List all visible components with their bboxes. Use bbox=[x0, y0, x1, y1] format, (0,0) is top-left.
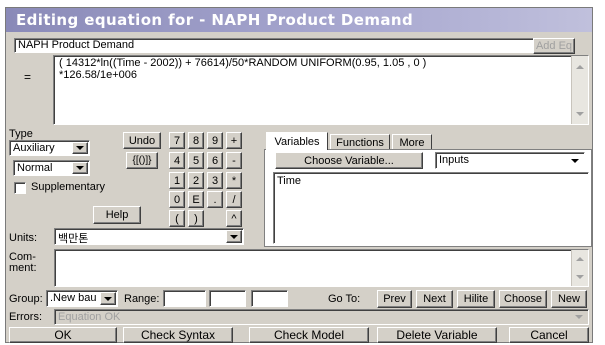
key-plus[interactable]: + bbox=[226, 132, 242, 149]
variable-filter-value: Inputs bbox=[439, 154, 469, 166]
key-open-paren[interactable]: ( bbox=[169, 210, 185, 227]
key-dot[interactable]: . bbox=[207, 191, 223, 208]
equation-line-2: *126.58/1e+006 bbox=[59, 69, 137, 81]
key-e[interactable]: E bbox=[188, 191, 204, 208]
subtype-select[interactable]: Normal bbox=[13, 160, 90, 176]
supplementary-label: Supplementary bbox=[31, 181, 105, 193]
variable-filter-select[interactable]: Inputs bbox=[435, 152, 585, 169]
prev-button[interactable]: Prev bbox=[377, 290, 412, 308]
title-bar[interactable]: Editing equation for - NAPH Product Dema… bbox=[6, 8, 592, 32]
delete-variable-button[interactable]: Delete Variable bbox=[377, 327, 497, 343]
units-select[interactable]: 백만톤 bbox=[54, 228, 244, 245]
key-4[interactable]: 4 bbox=[169, 152, 185, 169]
hilite-button[interactable]: Hilite bbox=[457, 290, 495, 308]
subtype-select-value: Normal bbox=[17, 162, 53, 174]
choose-variable-button[interactable]: Choose Variable... bbox=[275, 152, 423, 169]
type-label: Type bbox=[9, 128, 33, 140]
window-title: Editing equation for - NAPH Product Dema… bbox=[16, 11, 414, 29]
cancel-button[interactable]: Cancel bbox=[509, 327, 589, 343]
comment-field[interactable] bbox=[54, 249, 589, 287]
equation-editor[interactable]: ( 14312*ln((Time - 2002)) + 76614)/50*RA… bbox=[53, 55, 589, 125]
errors-label: Errors: bbox=[9, 311, 42, 323]
variables-tab-panel: Choose Variable... Inputs Time bbox=[264, 149, 592, 247]
group-label: Group: bbox=[9, 293, 43, 305]
key-minus[interactable]: - bbox=[226, 152, 242, 169]
key-multiply[interactable]: * bbox=[226, 172, 242, 189]
units-label: Units: bbox=[9, 232, 38, 244]
range-step-field[interactable] bbox=[251, 290, 288, 307]
scroll-down-icon[interactable] bbox=[572, 269, 588, 285]
comment-scrollbar[interactable] bbox=[571, 250, 588, 286]
check-model-button[interactable]: Check Model bbox=[249, 327, 369, 343]
next-button[interactable]: Next bbox=[416, 290, 453, 308]
range-max-field[interactable] bbox=[209, 290, 246, 307]
type-select-value: Auxiliary bbox=[13, 142, 55, 154]
help-button[interactable]: Help bbox=[93, 206, 141, 224]
equation-scrollbar[interactable] bbox=[571, 56, 588, 124]
variable-list[interactable]: Time bbox=[273, 172, 589, 244]
check-syntax-button[interactable]: Check Syntax bbox=[123, 327, 233, 343]
scroll-down-icon[interactable] bbox=[572, 106, 588, 122]
key-7[interactable]: 7 bbox=[169, 132, 185, 149]
key-5[interactable]: 5 bbox=[188, 152, 204, 169]
list-item[interactable]: Time bbox=[277, 175, 301, 187]
key-1[interactable]: 1 bbox=[169, 172, 185, 189]
tab-more[interactable]: More bbox=[392, 134, 432, 150]
ok-button[interactable]: OK bbox=[9, 327, 117, 343]
key-2[interactable]: 2 bbox=[188, 172, 204, 189]
comment-label: Com- ment: bbox=[9, 252, 37, 274]
errors-value: Equation OK bbox=[58, 311, 121, 323]
range-min-field[interactable] bbox=[163, 290, 206, 307]
choose-button[interactable]: Choose bbox=[499, 290, 547, 308]
scroll-up-icon[interactable] bbox=[572, 59, 588, 75]
group-select-value: .New bau bbox=[50, 292, 97, 304]
goto-label: Go To: bbox=[328, 293, 361, 305]
key-8[interactable]: 8 bbox=[188, 132, 204, 149]
add-eq-button[interactable]: Add Eq bbox=[533, 38, 575, 54]
equation-editor-window: Editing equation for - NAPH Product Dema… bbox=[5, 7, 593, 343]
chevron-down-icon[interactable] bbox=[72, 162, 88, 174]
chevron-down-icon[interactable] bbox=[226, 230, 242, 243]
scroll-up-icon[interactable] bbox=[572, 251, 588, 267]
key-0[interactable]: 0 bbox=[169, 191, 185, 208]
equation-line-1: ( 14312*ln((Time - 2002)) + 76614)/50*RA… bbox=[59, 57, 427, 69]
group-select[interactable]: .New bau bbox=[46, 290, 118, 307]
key-3[interactable]: 3 bbox=[207, 172, 223, 189]
key-9[interactable]: 9 bbox=[207, 132, 223, 149]
variable-name-field[interactable]: NAPH Product Demand bbox=[14, 38, 574, 53]
chevron-down-icon[interactable] bbox=[571, 311, 587, 323]
key-caret[interactable]: ^ bbox=[226, 210, 242, 227]
range-label: Range: bbox=[124, 293, 160, 305]
chevron-down-icon[interactable] bbox=[72, 142, 88, 154]
tab-variables[interactable]: Variables bbox=[266, 132, 328, 150]
key-6[interactable]: 6 bbox=[207, 152, 223, 169]
brackets-button[interactable]: {[()]} bbox=[126, 152, 158, 169]
equals-label: = bbox=[24, 70, 32, 84]
errors-field[interactable]: Equation OK bbox=[54, 309, 589, 325]
undo-button[interactable]: Undo bbox=[123, 132, 161, 149]
supplementary-checkbox[interactable] bbox=[14, 182, 26, 194]
variable-name-text: NAPH Product Demand bbox=[18, 39, 135, 51]
key-divide[interactable]: / bbox=[226, 191, 242, 208]
new-button[interactable]: New bbox=[551, 290, 587, 308]
key-close-paren[interactable]: ) bbox=[188, 210, 204, 227]
tab-functions[interactable]: Functions bbox=[330, 134, 390, 150]
comment-label-line2: ment: bbox=[9, 262, 37, 274]
chevron-down-icon[interactable] bbox=[100, 292, 116, 305]
units-select-value: 백만톤 bbox=[58, 232, 89, 245]
type-select[interactable]: Auxiliary bbox=[9, 140, 90, 156]
chevron-down-icon[interactable] bbox=[567, 154, 583, 167]
